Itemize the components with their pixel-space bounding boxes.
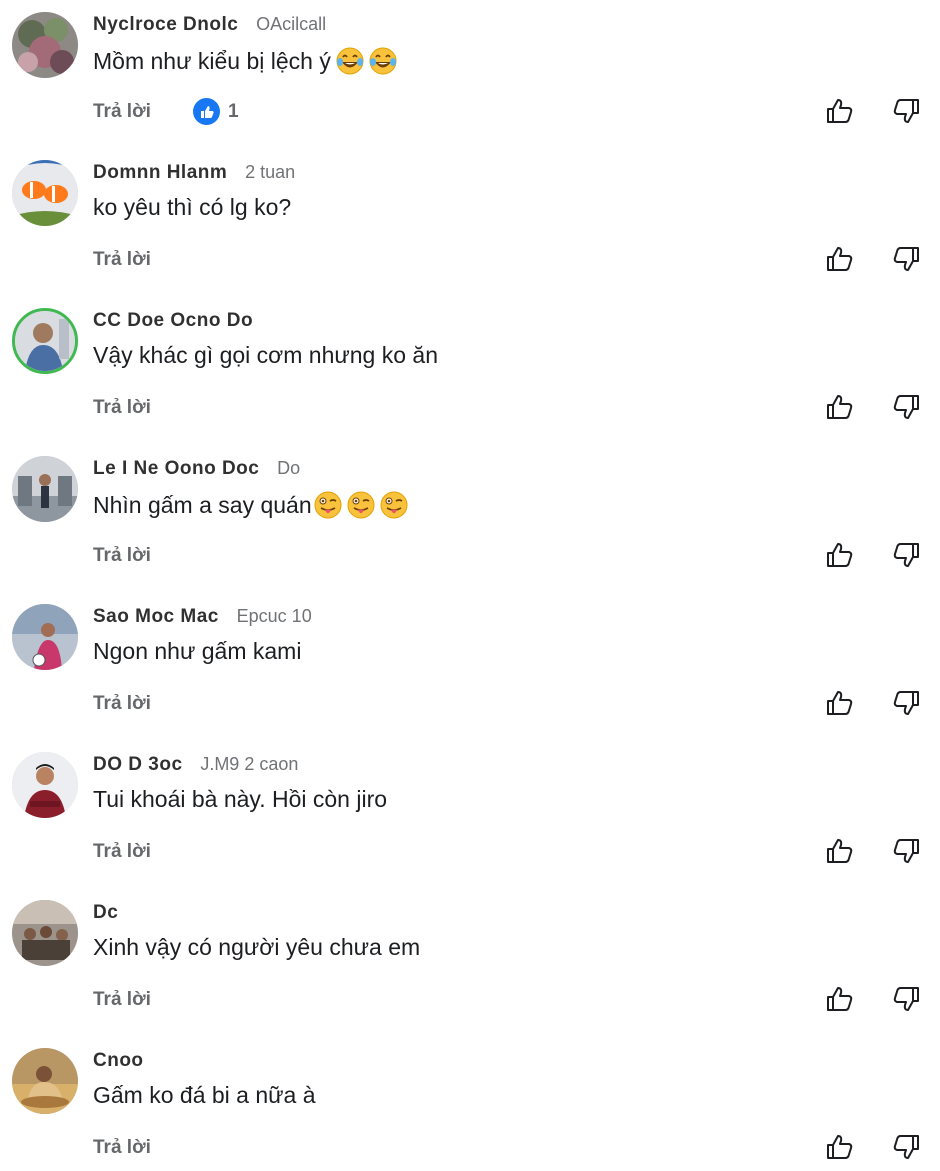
thumb-down-outline-icon[interactable] <box>891 836 921 866</box>
comment-text: Tui khoái bà này. Hồi còn jiro <box>93 786 387 813</box>
comment-text: Vậy khác gì gọi cơm nhưng ko ăn <box>93 342 438 369</box>
author-name: Cnoo <box>93 1050 144 1071</box>
reply-button[interactable]: Trả lời <box>93 841 151 863</box>
thumb-up-outline-icon[interactable] <box>825 984 855 1014</box>
like-reaction-icon <box>193 98 220 125</box>
comment-author[interactable]: Domnn Hlanm 2 tuan <box>93 162 295 184</box>
thumb-up-outline-icon[interactable] <box>825 96 855 126</box>
avatar[interactable] <box>12 1048 78 1114</box>
comment-text: Ngon như gấm kami <box>93 638 301 665</box>
author-name: Nyclroce Dnolc <box>93 14 239 35</box>
avatar[interactable] <box>12 308 78 374</box>
author-name: Sao Moc Mac <box>93 606 219 627</box>
comment: DO D 3oc J.M9 2 caon Tui khoái bà này. H… <box>0 740 940 888</box>
thumb-up-outline-icon[interactable] <box>825 244 855 274</box>
comment-body: Ngon như gấm kami <box>93 638 302 664</box>
author-name: DO D 3oc <box>93 754 183 775</box>
comment-body: Vậy khác gì gọi cơm nhưng ko ăn <box>93 342 438 368</box>
avatar[interactable] <box>12 604 78 670</box>
author-name: Le I Ne Oono Doc <box>93 458 260 479</box>
laugh-tears-emoji <box>336 47 364 75</box>
reply-button[interactable]: Trả lời <box>93 397 151 419</box>
reply-button[interactable]: Trả lời <box>93 1137 151 1159</box>
thumb-down-outline-icon[interactable] <box>891 244 921 274</box>
comment-body: Nhìn gấm a say quán <box>93 491 312 518</box>
comment-meta: 2 tuan <box>245 162 296 182</box>
thumb-up-outline-icon[interactable] <box>825 836 855 866</box>
avatar[interactable] <box>12 752 78 818</box>
comment-text: Xinh vậy có người yêu chưa em <box>93 934 420 961</box>
comment-author[interactable]: Dc <box>93 902 130 924</box>
comment: Sao Moc Mac Epcuc 10 Ngon như gấm kami T… <box>0 592 940 740</box>
comment: CC Doe Ocno Do Vậy khác gì gọi cơm nhưng… <box>0 296 940 444</box>
comment-text: Gấm ko đá bi a nữa à <box>93 1082 316 1109</box>
reply-button[interactable]: Trả lời <box>93 989 151 1011</box>
comment-body: Tui khoái bà này. Hồi còn jiro <box>93 786 388 812</box>
comment-author[interactable]: CC Doe Ocno Do <box>93 310 265 332</box>
comment-text: Mồm như kiểu bị lệch ý <box>93 46 401 76</box>
comment-meta: J.M9 2 caon <box>200 754 299 774</box>
thumb-up-outline-icon[interactable] <box>825 540 855 570</box>
avatar[interactable] <box>12 456 78 522</box>
winking-tongue-emoji <box>380 491 408 519</box>
thumb-down-outline-icon[interactable] <box>891 392 921 422</box>
comment-meta: OAcilcall <box>256 14 327 34</box>
thumb-down-outline-icon[interactable] <box>891 540 921 570</box>
thumb-down-outline-icon[interactable] <box>891 984 921 1014</box>
comment: Cnoo Gấm ko đá bi a nữa à Trả lời <box>0 1036 940 1171</box>
comment-body: Xinh vậy có người yêu chưa em <box>93 934 421 960</box>
winking-tongue-emoji <box>347 491 375 519</box>
thumb-up-outline-icon[interactable] <box>825 392 855 422</box>
comment: Domnn Hlanm 2 tuan ko yêu thì có lg ko? … <box>0 148 940 296</box>
comment-body: ko yêu thì có lg ko? <box>93 194 292 220</box>
reaction-count: 1 <box>228 100 239 122</box>
avatar[interactable] <box>12 160 78 226</box>
thumb-down-outline-icon[interactable] <box>891 688 921 718</box>
thumb-up-outline-icon[interactable] <box>825 1132 855 1162</box>
thumb-up-outline-icon[interactable] <box>825 688 855 718</box>
comment-author[interactable]: Cnoo <box>93 1050 156 1072</box>
comment-meta: Do <box>277 458 301 478</box>
comment-text: ko yêu thì có lg ko? <box>93 194 291 221</box>
laugh-tears-emoji <box>369 47 397 75</box>
reaction-summary[interactable]: 1 <box>193 98 239 125</box>
comment-body: Gấm ko đá bi a nữa à <box>93 1082 316 1108</box>
comment-author[interactable]: Nyclroce Dnolc OAcilcall <box>93 14 326 36</box>
winking-tongue-emoji <box>314 491 342 519</box>
author-name: CC Doe Ocno Do <box>93 310 254 331</box>
reply-button[interactable]: Trả lời <box>93 545 151 567</box>
comment-author[interactable]: Sao Moc Mac Epcuc 10 <box>93 606 312 628</box>
author-name: Domnn Hlanm <box>93 162 228 183</box>
avatar[interactable] <box>12 900 78 966</box>
avatar[interactable] <box>12 12 78 78</box>
comment-author[interactable]: DO D 3oc J.M9 2 caon <box>93 754 298 776</box>
comment: Dc Xinh vậy có người yêu chưa em Trả lời <box>0 888 940 1036</box>
thumb-down-outline-icon[interactable] <box>891 1132 921 1162</box>
author-name: Dc <box>93 902 119 923</box>
thumb-down-outline-icon[interactable] <box>891 96 921 126</box>
reply-button[interactable]: Trả lời <box>93 249 151 271</box>
comment-text: Nhìn gấm a say quán <box>93 490 412 520</box>
reply-button[interactable]: Trả lời <box>93 693 151 715</box>
comment-author[interactable]: Le I Ne Oono Doc Do <box>93 458 300 480</box>
comment-body: Mồm như kiểu bị lệch ý <box>93 47 331 74</box>
reply-button[interactable]: Trả lời <box>93 101 151 123</box>
comment-meta: Epcuc 10 <box>236 606 312 626</box>
comment: Nyclroce Dnolc OAcilcall Mồm như kiểu bị… <box>0 0 940 148</box>
comment: Le I Ne Oono Doc Do Nhìn gấm a say quán <box>0 444 940 592</box>
